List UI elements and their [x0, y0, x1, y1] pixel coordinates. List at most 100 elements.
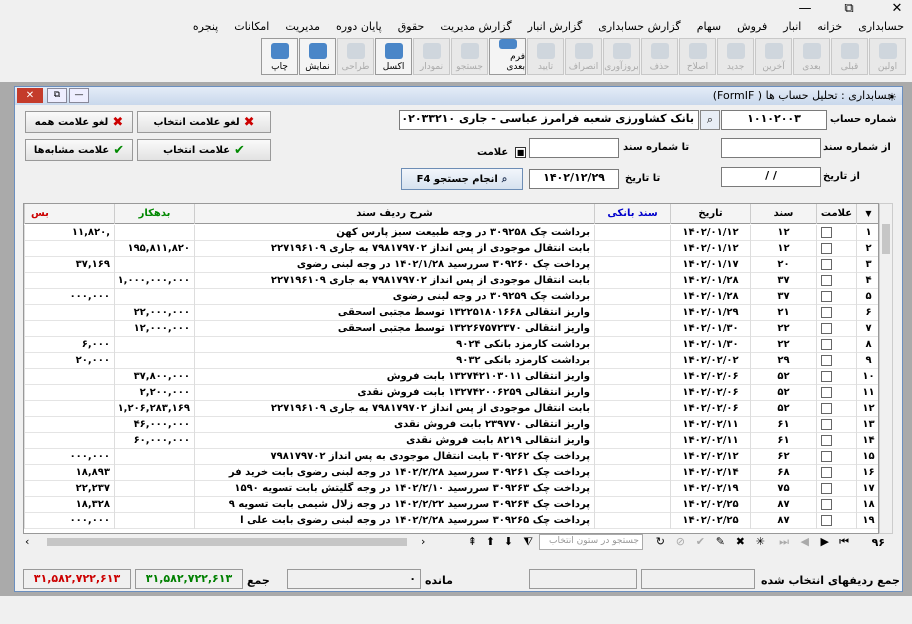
cell-credit[interactable] [114, 257, 194, 273]
cell-date[interactable]: ۱۴۰۲/۰۱/۱۲ [670, 241, 750, 257]
cell-date[interactable]: ۱۴۰۲/۰۲/۱۹ [670, 481, 750, 497]
row-checkbox[interactable] [821, 355, 832, 366]
toolbar-button[interactable]: تایید [527, 38, 564, 75]
cell-date[interactable]: ۱۴۰۲/۰۲/۱۴ [670, 465, 750, 481]
table-row[interactable]: ۱۸,۳۲۸ پرداخت چک ۳۰۹۲۶۴ سررسید ۱۴۰۲/۲/۲۲ … [24, 497, 878, 513]
menu-item[interactable]: انبار [775, 18, 809, 35]
post-icon[interactable]: ✔ [696, 535, 705, 548]
row-checkbox[interactable] [821, 435, 832, 446]
cell-desc[interactable]: برداشت چک ۳۰۹۲۵۸ در وجه طبیعت سبز پارس ک… [194, 225, 594, 241]
header-bank-doc[interactable]: سند بانکی [594, 204, 670, 224]
cell-desc[interactable]: پرداخت چک ۳۰۹۲۶۳ سررسید ۱۴۰۲/۲/۱۰ در وجه… [194, 481, 594, 497]
cell-doc[interactable]: ۲۲ [750, 337, 816, 353]
row-checkbox[interactable] [821, 323, 832, 334]
menu-item[interactable]: گزارش حسابداری [590, 18, 688, 35]
toolbar-button[interactable]: حذف [641, 38, 678, 75]
vertical-scrollbar[interactable] [879, 203, 893, 534]
cell-desc[interactable]: پرداخت چک ۳۰۹۲۶۰ سررسید ۱۴۰۲/۱/۲۸ در وجه… [194, 257, 594, 273]
cell-debit[interactable] [24, 433, 114, 449]
menu-item[interactable]: فروش [729, 18, 775, 35]
cell-credit[interactable] [114, 353, 194, 369]
toolbar-button[interactable]: نمودار [413, 38, 450, 75]
cell-date[interactable]: ۱۴۰۲/۰۱/۱۷ [670, 257, 750, 273]
cell-desc[interactable]: برداشت چک ۳۰۹۲۵۹ در وجه لبنی رضوی [194, 289, 594, 305]
first-record-icon[interactable]: ⏮ [839, 535, 849, 549]
prev-record-icon[interactable]: ▶ [821, 535, 829, 548]
cell-doc[interactable]: ۱۲ [750, 241, 816, 257]
cell-doc[interactable]: ۳۷ [750, 289, 816, 305]
cell-bank-doc[interactable] [594, 369, 670, 385]
cell-bank-doc[interactable] [594, 417, 670, 433]
table-row[interactable]: ۰۰۰,۰۰۰ پرداخت چک ۳۰۹۲۶۵ سررسید ۱۴۰۲/۲/۲۸… [24, 513, 878, 529]
cell-mark[interactable] [816, 337, 856, 353]
cell-bank-doc[interactable] [594, 385, 670, 401]
row-checkbox[interactable] [821, 227, 832, 238]
table-row[interactable]: ۲,۲۰۰,۰۰۰ واریز انتقالی ۱۳۲۷۴۲۰۰۶۲۵۹ بابت… [24, 385, 878, 401]
cell-bank-doc[interactable] [594, 225, 670, 241]
column-search-input[interactable]: جستجو در ستون انتخاب [539, 534, 643, 550]
cell-mark[interactable] [816, 465, 856, 481]
cell-mark[interactable] [816, 497, 856, 513]
row-checkbox[interactable] [821, 403, 832, 414]
table-row[interactable]: ۱۹۵,۸۱۱,۸۲۰ بابت انتقال موجودی از پس اندا… [24, 241, 878, 257]
cell-mark[interactable] [816, 273, 856, 289]
cell-doc[interactable]: ۶۸ [750, 465, 816, 481]
table-row[interactable]: ۴۶,۰۰۰,۰۰۰ واریز انتقالی ۲۳۹۷۷۰ بابت فروش… [24, 417, 878, 433]
edit-icon[interactable]: ✎ [716, 535, 725, 548]
unmark-all-button[interactable]: ✖ لغو علامت همه [25, 111, 133, 133]
delete-icon[interactable]: ✖ [736, 535, 745, 548]
cell-debit[interactable]: ۲۰,۰۰۰ [24, 353, 114, 369]
table-row[interactable]: ۱۲,۰۰۰,۰۰۰ واریز انتقالی ۱۳۲۲۶۷۵۷۲۳۷۰ توس… [24, 321, 878, 337]
row-checkbox[interactable] [821, 451, 832, 462]
cell-credit[interactable]: ۴۶,۰۰۰,۰۰۰ [114, 417, 194, 433]
cell-desc[interactable]: پرداخت چک ۳۰۹۲۶۵ سررسید ۱۴۰۲/۲/۲۸ در وجه… [194, 513, 594, 529]
header-mark[interactable]: علامت [816, 204, 856, 224]
cell-bank-doc[interactable] [594, 513, 670, 529]
table-row[interactable]: ۳۷,۱۶۹ پرداخت چک ۳۰۹۲۶۰ سررسید ۱۴۰۲/۱/۲۸ … [24, 257, 878, 273]
row-checkbox[interactable] [821, 419, 832, 430]
toolbar-button[interactable]: فرم بعدی [489, 38, 526, 75]
cell-bank-doc[interactable] [594, 401, 670, 417]
toolbar-button[interactable]: اصلاح [679, 38, 716, 75]
cell-credit[interactable] [114, 449, 194, 465]
cell-bank-doc[interactable] [594, 337, 670, 353]
toolbar-button[interactable]: بعدی [793, 38, 830, 75]
cell-bank-doc[interactable] [594, 465, 670, 481]
unmark-selected-button[interactable]: ✖ لغو علامت انتخاب [137, 111, 271, 133]
menu-item[interactable]: حسابداری [850, 18, 912, 35]
cell-date[interactable]: ۱۴۰۲/۰۲/۰۶ [670, 385, 750, 401]
cell-bank-doc[interactable] [594, 449, 670, 465]
cell-mark[interactable] [816, 353, 856, 369]
cell-debit[interactable] [24, 417, 114, 433]
next-record-icon[interactable]: ◀ [801, 535, 809, 548]
cell-debit[interactable]: ۱۸,۸۹۳ [24, 465, 114, 481]
cell-date[interactable]: ۱۴۰۲/۰۱/۲۸ [670, 289, 750, 305]
toolbar-button[interactable]: جدید [717, 38, 754, 75]
row-checkbox[interactable] [821, 339, 832, 350]
cell-bank-doc[interactable] [594, 497, 670, 513]
cell-debit[interactable]: ۶,۰۰۰ [24, 337, 114, 353]
cell-credit[interactable] [114, 481, 194, 497]
cell-desc[interactable]: واریز انتقالی ۲۳۹۷۷۰ بابت فروش نقدی [194, 417, 594, 433]
cell-desc[interactable]: واریز انتقالی ۱۳۲۲۶۷۵۷۲۳۷۰ توسط مجتبی اس… [194, 321, 594, 337]
table-row[interactable]: ۲۰,۰۰۰ برداشت کارمزد بانکی ۹۰۳۲ ۱۴۰۲/۰۲/۰۲… [24, 353, 878, 369]
table-row[interactable]: ۰۰۰,۰۰۰ برداشت چک ۳۰۹۲۵۹ در وجه لبنی رضوی… [24, 289, 878, 305]
row-checkbox[interactable] [821, 291, 832, 302]
insert-icon[interactable]: ✳ [756, 535, 765, 548]
row-checkbox[interactable] [821, 515, 832, 526]
cell-credit[interactable]: ۱,۰۰۰,۰۰۰,۰۰۰ [114, 273, 194, 289]
account-code-input[interactable]: ۱۰۱۰۲۰۰۳ [721, 110, 827, 130]
cell-desc[interactable]: بابت انتقال موجودی از پس انداز ۷۹۸۱۷۹۷۰۲… [194, 401, 594, 417]
row-checkbox[interactable] [821, 371, 832, 382]
cell-debit[interactable] [24, 369, 114, 385]
row-checkbox[interactable] [821, 243, 832, 254]
toolbar-button[interactable]: اکسل [375, 38, 412, 75]
from-doc-input[interactable] [721, 138, 821, 158]
cell-mark[interactable] [816, 225, 856, 241]
cell-desc[interactable]: برداشت کارمزد بانکی ۹۰۲۴ [194, 337, 594, 353]
cell-doc[interactable]: ۷۵ [750, 481, 816, 497]
cell-bank-doc[interactable] [594, 353, 670, 369]
header-credit[interactable]: بدهکار [114, 204, 194, 224]
binoculars-icon[interactable]: ⌕ [700, 110, 720, 130]
cell-mark[interactable] [816, 241, 856, 257]
